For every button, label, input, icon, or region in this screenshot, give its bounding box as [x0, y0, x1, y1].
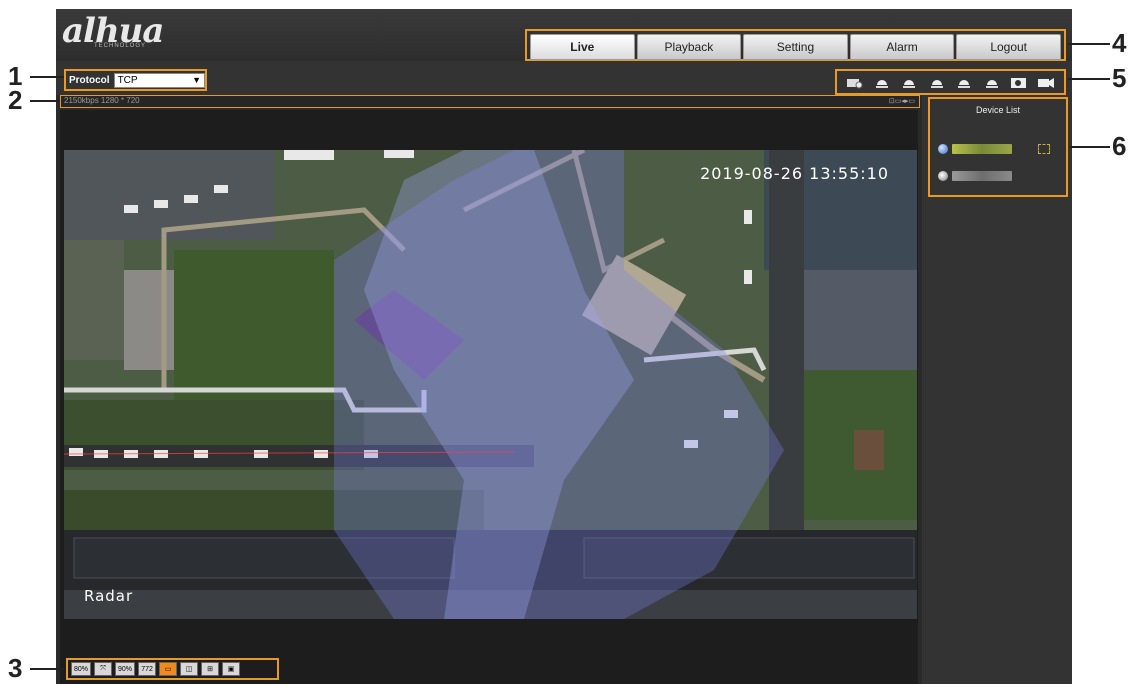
- ptz-preset-1-icon[interactable]: [873, 75, 891, 89]
- callout-3-line: [30, 668, 64, 670]
- tab-alarm[interactable]: Alarm: [849, 34, 955, 60]
- video-bottom-bar: 80% ⤧ 90% 772 ▭ ◫ ⊞ ▣: [60, 650, 918, 684]
- camera-offline-icon: [938, 171, 948, 181]
- callout-5-line: [1068, 78, 1110, 80]
- split-2-icon[interactable]: ◫: [180, 662, 199, 676]
- ptz-preset-3-icon[interactable]: [928, 75, 946, 89]
- split-4-icon[interactable]: ⊞: [201, 662, 220, 676]
- zoom-80-button[interactable]: 80%: [71, 662, 92, 676]
- ptz-preset-4-icon[interactable]: [955, 75, 973, 89]
- live-video[interactable]: 2019-08-26 13:55:10 Radar: [64, 150, 917, 619]
- callout-1-line: [30, 76, 64, 78]
- callout-2: 2: [8, 85, 23, 115]
- device-status-icon[interactable]: [1038, 144, 1050, 154]
- zoom-90-button[interactable]: 90%: [115, 662, 136, 676]
- stream-info: 2150kbps 1280 * 720: [64, 96, 140, 105]
- device-list-item[interactable]: [938, 171, 1012, 181]
- video-area: 2019-08-26 13:55:10 Radar: [60, 110, 918, 650]
- header-bar: alhua TECHNOLOGY Live Playback Setting A…: [56, 9, 1072, 61]
- ptz-preset-5-icon[interactable]: [983, 75, 1001, 89]
- callout-6: 6: [1112, 131, 1127, 161]
- tab-live[interactable]: Live: [530, 34, 635, 60]
- osd-channel-label: Radar: [84, 587, 134, 605]
- record-icon[interactable]: [1037, 75, 1055, 89]
- tab-logout[interactable]: Logout: [956, 34, 1061, 60]
- tab-setting[interactable]: Setting: [743, 34, 848, 60]
- brand-sub: TECHNOLOGY: [94, 43, 147, 49]
- stream-controls-icon[interactable]: ⊡▭◂▸▭: [889, 97, 915, 105]
- callout-2-line: [30, 100, 60, 102]
- device-list-title: Device List: [975, 105, 1020, 115]
- device-name-redacted: [952, 144, 1012, 154]
- ptz-preset-2-icon[interactable]: [900, 75, 918, 89]
- callout-3: 3: [8, 653, 23, 683]
- stream-status-strip: 2150kbps 1280 * 720 ⊡▭◂▸▭: [60, 95, 920, 108]
- snapshot-icon[interactable]: [1010, 75, 1028, 89]
- camera-online-icon: [938, 144, 948, 154]
- view-tools: [835, 69, 1066, 95]
- aerial-view-image: [64, 150, 917, 619]
- ptz-icon[interactable]: [846, 75, 864, 89]
- protocol-label: Protocol: [69, 74, 110, 86]
- fullscreen-icon[interactable]: ▣: [222, 662, 241, 676]
- device-name-redacted: [952, 171, 1012, 181]
- zoom-772-button[interactable]: 772: [138, 662, 157, 676]
- callout-6-line: [1070, 146, 1110, 148]
- single-view-icon[interactable]: ▭: [159, 662, 178, 676]
- protocol-dropdown[interactable]: TCP ▼: [113, 72, 205, 88]
- protocol-value: TCP: [117, 74, 138, 86]
- web-client-window: alhua TECHNOLOGY Live Playback Setting A…: [56, 9, 1072, 684]
- chevron-down-icon: ▼: [192, 75, 201, 85]
- callout-5: 5: [1112, 63, 1127, 93]
- live-toolbar: Protocol TCP ▼: [56, 61, 1072, 95]
- fit-icon[interactable]: ⤧: [94, 662, 113, 676]
- device-list-item[interactable]: [938, 144, 1050, 154]
- main-nav: Live Playback Setting Alarm Logout: [525, 29, 1066, 61]
- screenshot-stage: alhua TECHNOLOGY Live Playback Setting A…: [0, 0, 1135, 687]
- callout-4-line: [1068, 43, 1110, 45]
- tab-playback[interactable]: Playback: [636, 34, 742, 60]
- protocol-selector: Protocol TCP ▼: [64, 69, 207, 91]
- callout-4: 4: [1112, 28, 1127, 58]
- osd-timestamp: 2019-08-26 13:55:10: [700, 164, 889, 183]
- device-list-panel: Device List: [928, 97, 1068, 197]
- layout-tools: 80% ⤧ 90% 772 ▭ ◫ ⊞ ▣: [66, 658, 279, 680]
